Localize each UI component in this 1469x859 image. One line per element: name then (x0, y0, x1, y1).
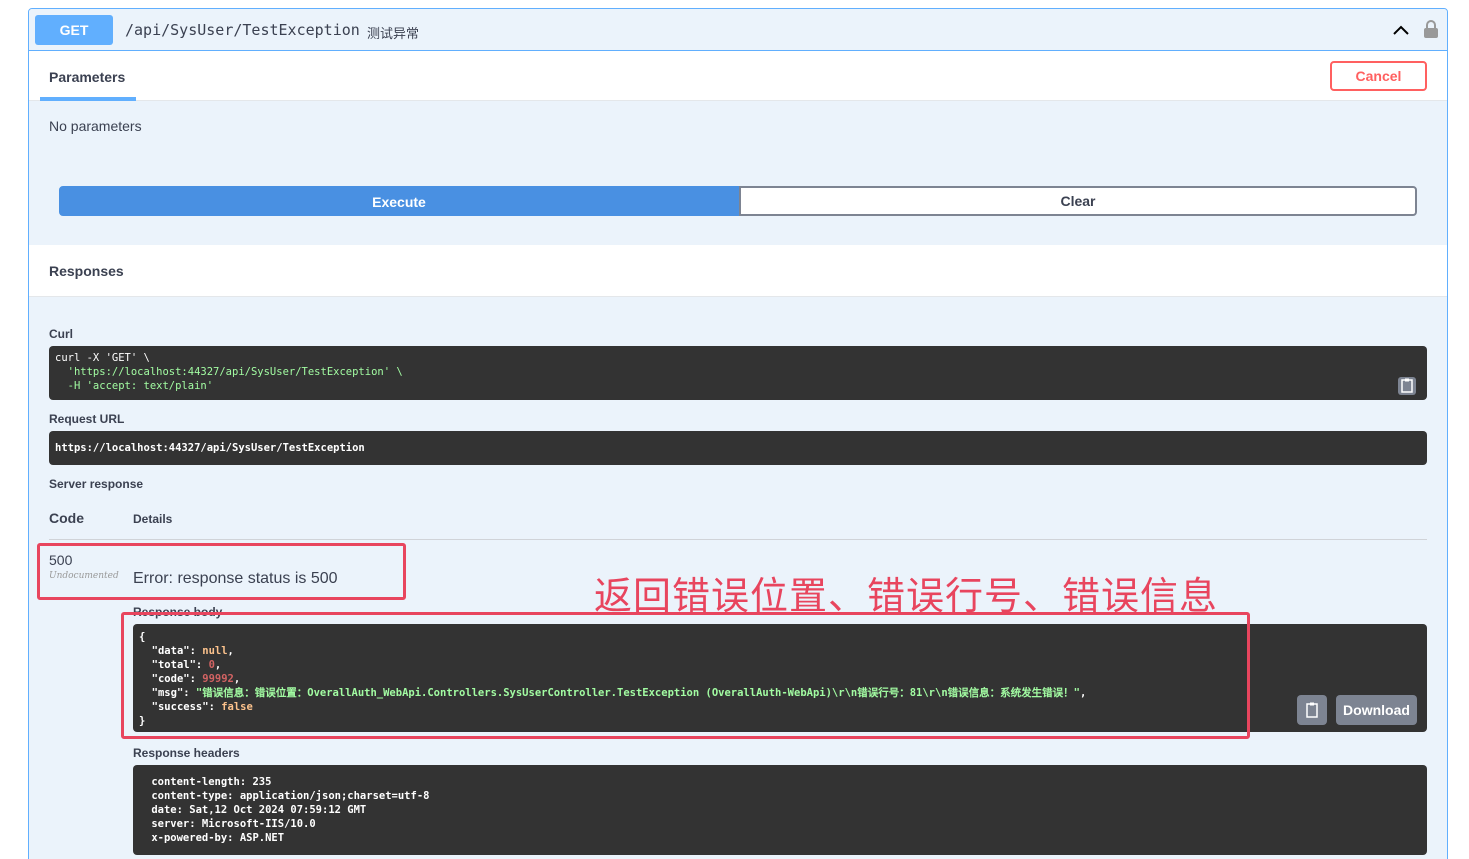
divider (49, 539, 1427, 540)
header-line: server: Microsoft-IIS/10.0 (145, 818, 316, 830)
clear-button[interactable]: Clear (739, 186, 1417, 216)
request-url-block[interactable]: https://localhost:44327/api/SysUser/Test… (49, 431, 1427, 465)
highlight-box-status (37, 543, 406, 600)
request-url-label: Request URL (49, 412, 125, 426)
chevron-up-icon[interactable] (1391, 21, 1411, 39)
copy-icon (1306, 702, 1318, 718)
curl-line: -H 'accept: text/plain' (55, 380, 214, 392)
copy-body-button[interactable] (1297, 695, 1327, 725)
no-parameters-text: No parameters (49, 118, 142, 134)
execute-button[interactable]: Execute (59, 186, 739, 216)
details-column-header: Details (133, 512, 173, 526)
operation-block: GET /api/SysUser/TestException 测试异常 Para… (28, 8, 1448, 859)
operation-summary-text: 测试异常 (367, 26, 420, 41)
lock-icon[interactable] (1423, 19, 1439, 39)
tab-active-indicator (40, 97, 136, 101)
server-response-label: Server response (49, 477, 144, 491)
header-line: content-type: application/json;charset=u… (145, 790, 430, 802)
curl-label: Curl (49, 327, 73, 341)
response-headers-label: Response headers (133, 746, 240, 760)
annotation-text: 返回错误位置、错误行号、错误信息 (594, 574, 1219, 618)
request-url-text: https://localhost:44327/api/SysUser/Test… (55, 442, 365, 454)
curl-block[interactable]: curl -X 'GET' \ 'https://localhost:44327… (49, 346, 1427, 400)
curl-line: 'https://localhost:44327/api/SysUser/Tes… (55, 366, 403, 378)
download-button[interactable]: Download (1336, 695, 1417, 725)
method-badge: GET (35, 15, 113, 45)
curl-line: curl -X 'GET' \ (55, 352, 150, 364)
responses-title: Responses (49, 263, 124, 279)
header-line: x-powered-by: ASP.NET (145, 832, 285, 844)
header-line: content-length: 235 (145, 776, 272, 788)
copy-icon[interactable] (1397, 376, 1417, 396)
highlight-box-body (121, 612, 1250, 739)
tab-parameters[interactable]: Parameters (49, 69, 125, 85)
cancel-button[interactable]: Cancel (1330, 61, 1427, 91)
operation-path: /api/SysUser/TestException (125, 21, 360, 39)
operation-summary[interactable]: GET /api/SysUser/TestException 测试异常 (29, 9, 1447, 51)
header-line: date: Sat,12 Oct 2024 07:59:12 GMT (145, 804, 367, 816)
code-column-header: Code (49, 510, 84, 526)
response-headers-block[interactable]: content-length: 235 content-type: applic… (133, 765, 1427, 855)
responses-header: Responses (29, 245, 1447, 297)
parameters-header: Parameters Cancel (29, 51, 1447, 101)
